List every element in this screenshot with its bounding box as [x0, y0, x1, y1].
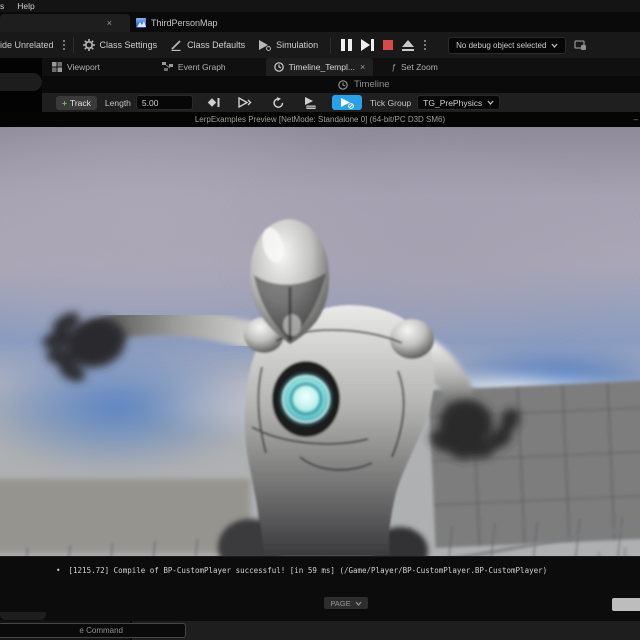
- add-track-label: Track: [69, 97, 91, 108]
- debug-dropdown-value: No debug object selected: [456, 40, 547, 50]
- close-icon[interactable]: ×: [360, 62, 365, 72]
- tab-set-zoom-label: Set Zoom: [400, 62, 438, 72]
- simulation-button[interactable]: Simulation: [258, 39, 318, 51]
- function-icon: ƒ: [391, 62, 396, 72]
- bottom-bar-right: [130, 621, 640, 640]
- last-keyframe-icon[interactable]: [207, 97, 220, 108]
- tick-group-label: Tick Group: [369, 97, 412, 108]
- eject-icon: [402, 39, 415, 51]
- node-graph-icon: [161, 62, 173, 72]
- playback-overflow-dots-icon[interactable]: [424, 40, 427, 50]
- clock-icon: [273, 62, 284, 72]
- debug-object-dropdown[interactable]: No debug object selected: [448, 36, 567, 54]
- chevron-down-icon: [551, 43, 558, 48]
- tick-group-value: TG_PrePhysics: [423, 97, 483, 108]
- character-robot: [42, 219, 520, 556]
- class-settings-label: Class Settings: [99, 40, 158, 50]
- add-track-button[interactable]: + Track: [56, 95, 97, 110]
- gear-icon: [82, 39, 95, 51]
- stop-icon: [383, 40, 394, 50]
- pause-icon: [341, 39, 353, 51]
- right-edge-partial-button[interactable]: [612, 598, 640, 611]
- banner-text: LerpExamples Preview [NetMode: Standalon…: [194, 115, 446, 124]
- eject-button[interactable]: [402, 39, 415, 51]
- log-line: • [1215.72] Compile of BP-CustomPlayer s…: [56, 566, 547, 575]
- class-defaults-label: Class Defaults: [187, 40, 246, 50]
- pencil-sliders-icon: [170, 39, 182, 51]
- tab-set-zoom[interactable]: ƒ Set Zoom: [383, 58, 446, 76]
- tab-event-graph[interactable]: Event Graph: [154, 58, 234, 76]
- chevron-down-icon: [355, 601, 362, 606]
- menu-item-partial[interactable]: s: [0, 1, 4, 11]
- overflow-dots-icon[interactable]: [62, 40, 65, 50]
- banner-right-partial: –: [633, 115, 638, 124]
- simulation-label: Simulation: [276, 40, 319, 50]
- tab-timeline-label: Timeline_Templ...: [288, 62, 355, 72]
- pause-button[interactable]: [341, 39, 353, 51]
- tab-timeline-active[interactable]: Timeline_Templ... ×: [265, 58, 374, 76]
- command-placeholder-partial: e Command: [79, 626, 123, 635]
- asset-tab-label: ThirdPersonMap: [151, 18, 218, 28]
- timeline-toolbar: + Track Length 5.00 Tick Group TG_PrePhy…: [42, 93, 640, 113]
- close-icon[interactable]: ×: [107, 18, 112, 28]
- ignore-time-dilation-button[interactable]: [331, 95, 362, 110]
- menu-bar: s Help: [0, 0, 640, 12]
- replicated-play-icon[interactable]: [303, 96, 316, 109]
- hide-unrelated-toggle[interactable]: ide Unrelated: [0, 40, 54, 50]
- stop-button[interactable]: [383, 40, 394, 50]
- level-icon: [136, 18, 146, 28]
- robot-right-hand: [430, 400, 520, 460]
- browse-debug-icon[interactable]: [574, 39, 587, 51]
- autoplay-icon[interactable]: [238, 97, 252, 108]
- clock-icon: [338, 79, 348, 90]
- timeline-header-label: Timeline: [354, 79, 390, 90]
- menu-item-help[interactable]: Help: [17, 1, 34, 11]
- page-dropdown-button[interactable]: PAGE: [324, 597, 368, 609]
- tab-viewport[interactable]: Viewport: [44, 58, 108, 76]
- left-panel-searchbox-partial[interactable]: [0, 73, 42, 91]
- frame-skip-icon: [361, 39, 375, 51]
- main-toolbar: ide Unrelated Class Settings Class Defau…: [0, 32, 640, 59]
- class-defaults-button[interactable]: Class Defaults: [170, 39, 245, 51]
- robot-torso: [244, 305, 435, 556]
- length-input[interactable]: 5.00: [135, 95, 193, 110]
- length-label: Length: [104, 97, 131, 108]
- plus-icon: +: [62, 97, 67, 108]
- page-button-label: PAGE: [330, 598, 351, 608]
- active-asset-tab-partial[interactable]: ×: [0, 14, 130, 32]
- console-command-input[interactable]: e Command: [0, 623, 186, 638]
- log-bullet: •: [56, 566, 61, 575]
- simulation-play-icon: [258, 39, 272, 51]
- viewport-grid-icon: [52, 62, 62, 72]
- log-text: [1215.72] Compile of BP-CustomPlayer suc…: [68, 566, 548, 575]
- tab-event-graph-label: Event Graph: [177, 62, 226, 72]
- panel-tab-bar: Viewport Event Graph Timeline_Templ... ×: [0, 58, 640, 76]
- pie-session-banner: LerpExamples Preview [NetMode: Standalon…: [0, 112, 640, 127]
- frame-skip-button[interactable]: [361, 39, 375, 51]
- asset-tab-thirdpersonmap[interactable]: ThirdPersonMap: [130, 14, 224, 32]
- unreal-editor-window: s Help × ThirdPersonMap ide Unrelated Cl…: [0, 0, 640, 640]
- tab-viewport-label: Viewport: [67, 62, 100, 72]
- loop-icon[interactable]: [272, 96, 285, 109]
- panel-corner: [0, 612, 46, 620]
- class-settings-button[interactable]: Class Settings: [82, 39, 158, 51]
- chevron-down-icon: [487, 100, 494, 105]
- timeline-panel-header: Timeline: [42, 76, 640, 93]
- game-viewport[interactable]: [0, 127, 640, 556]
- tick-group-dropdown[interactable]: TG_PrePhysics: [417, 95, 501, 110]
